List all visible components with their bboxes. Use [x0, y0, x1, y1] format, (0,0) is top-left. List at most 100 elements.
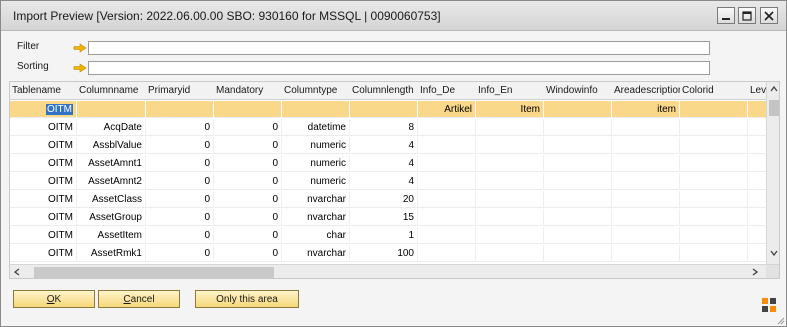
table-row[interactable]: OITM AssetItem 0 0 char 1: [10, 227, 778, 244]
column-header[interactable]: Tablename: [10, 82, 77, 100]
table-cell[interactable]: [146, 101, 214, 118]
table-cell[interactable]: [612, 227, 680, 244]
table-cell[interactable]: 0: [214, 245, 282, 262]
resize-grip-icon[interactable]: [777, 317, 785, 325]
table-cell[interactable]: [680, 245, 748, 262]
vertical-scroll-thumb[interactable]: [769, 100, 779, 116]
table-cell[interactable]: [418, 245, 476, 262]
column-header[interactable]: Columnname: [77, 82, 146, 100]
table-cell[interactable]: 0: [146, 173, 214, 190]
minimize-button[interactable]: [717, 7, 735, 24]
table-cell[interactable]: 1: [350, 227, 418, 244]
table-cell[interactable]: 4: [350, 137, 418, 154]
title-bar[interactable]: Import Preview [Version: 2022.06.00.00 S…: [1, 1, 786, 31]
table-cell[interactable]: [680, 227, 748, 244]
table-cell[interactable]: [418, 209, 476, 226]
table-cell[interactable]: [418, 227, 476, 244]
table-cell[interactable]: 0: [146, 245, 214, 262]
table-cell[interactable]: AssetClass: [77, 191, 146, 208]
table-cell[interactable]: OITM: [10, 209, 77, 226]
table-cell[interactable]: [612, 191, 680, 208]
table-cell[interactable]: [476, 191, 544, 208]
ok-button[interactable]: OK: [13, 290, 95, 308]
table-cell[interactable]: [476, 173, 544, 190]
table-cell[interactable]: AssetRmk1: [77, 245, 146, 262]
table-cell[interactable]: numeric: [282, 155, 350, 172]
table-cell[interactable]: AssblValue: [77, 137, 146, 154]
table-cell[interactable]: [680, 101, 748, 118]
column-header[interactable]: Columnlength: [350, 82, 418, 100]
table-cell[interactable]: [544, 101, 612, 118]
filter-input[interactable]: [88, 41, 710, 55]
table-cell[interactable]: [612, 155, 680, 172]
table-cell[interactable]: [612, 119, 680, 136]
table-cell[interactable]: OITM: [10, 191, 77, 208]
table-cell[interactable]: 100: [350, 245, 418, 262]
table-cell[interactable]: AssetAmnt1: [77, 155, 146, 172]
table-cell[interactable]: [544, 245, 612, 262]
table-cell[interactable]: [544, 191, 612, 208]
chevron-down-icon[interactable]: [770, 250, 778, 256]
table-cell[interactable]: [476, 155, 544, 172]
table-cell[interactable]: 20: [350, 191, 418, 208]
table-cell[interactable]: [418, 155, 476, 172]
only-this-area-button[interactable]: Only this area: [195, 290, 299, 308]
table-cell[interactable]: [612, 137, 680, 154]
table-cell[interactable]: OITM: [10, 155, 77, 172]
table-cell[interactable]: [418, 137, 476, 154]
chevron-up-icon[interactable]: [770, 86, 778, 92]
close-button[interactable]: [760, 7, 778, 24]
table-cell[interactable]: [680, 209, 748, 226]
table-cell[interactable]: [418, 191, 476, 208]
table-cell[interactable]: 15: [350, 209, 418, 226]
table-cell[interactable]: [544, 119, 612, 136]
table-cell[interactable]: AssetGroup: [77, 209, 146, 226]
table-cell[interactable]: OITM: [10, 245, 77, 262]
table-cell[interactable]: [476, 227, 544, 244]
table-cell[interactable]: char: [282, 227, 350, 244]
table-row[interactable]: OITM AssetRmk1 0 0 nvarchar 100: [10, 245, 778, 262]
table-cell[interactable]: nvarchar: [282, 191, 350, 208]
table-cell[interactable]: OITM: [10, 227, 77, 244]
table-row[interactable]: OITM AssetGroup 0 0 nvarchar 15: [10, 209, 778, 226]
table-cell[interactable]: [476, 119, 544, 136]
table-cell[interactable]: [680, 191, 748, 208]
table-cell[interactable]: 0: [214, 209, 282, 226]
table-cell[interactable]: numeric: [282, 173, 350, 190]
table-cell[interactable]: datetime: [282, 119, 350, 136]
table-cell[interactable]: [680, 155, 748, 172]
table-cell[interactable]: 0: [214, 137, 282, 154]
table-cell[interactable]: 0: [146, 209, 214, 226]
table-row[interactable]: OITM AcqDate 0 0 datetime 8: [10, 119, 778, 136]
table-cell[interactable]: 0: [214, 173, 282, 190]
table-cell[interactable]: OITM: [10, 101, 77, 118]
table-cell[interactable]: [476, 245, 544, 262]
table-row[interactable]: OITM Artikel Item item: [10, 101, 778, 118]
table-cell[interactable]: AssetItem: [77, 227, 146, 244]
table-cell[interactable]: [418, 119, 476, 136]
table-row[interactable]: OITM AssetAmnt1 0 0 numeric 4: [10, 155, 778, 172]
table-cell[interactable]: 0: [146, 227, 214, 244]
table-cell[interactable]: [418, 173, 476, 190]
column-header[interactable]: Primaryid: [146, 82, 214, 100]
table-cell[interactable]: OITM: [10, 173, 77, 190]
table-cell[interactable]: 0: [146, 137, 214, 154]
table-cell[interactable]: [544, 227, 612, 244]
sorting-input[interactable]: [88, 61, 710, 75]
vertical-scrollbar[interactable]: [766, 82, 779, 264]
table-cell[interactable]: [680, 119, 748, 136]
column-header[interactable]: Columntype: [282, 82, 350, 100]
table-cell[interactable]: OITM: [10, 119, 77, 136]
table-cell[interactable]: OITM: [10, 137, 77, 154]
table-cell[interactable]: 0: [146, 191, 214, 208]
table-cell[interactable]: [544, 137, 612, 154]
maximize-button[interactable]: [738, 7, 756, 24]
table-cell[interactable]: [612, 209, 680, 226]
column-header[interactable]: Info_En: [476, 82, 544, 100]
horizontal-scroll-thumb[interactable]: [34, 267, 274, 278]
table-cell[interactable]: 0: [214, 191, 282, 208]
table-cell[interactable]: [282, 101, 350, 118]
table-cell[interactable]: 0: [214, 227, 282, 244]
table-cell[interactable]: 4: [350, 155, 418, 172]
table-cell[interactable]: numeric: [282, 137, 350, 154]
